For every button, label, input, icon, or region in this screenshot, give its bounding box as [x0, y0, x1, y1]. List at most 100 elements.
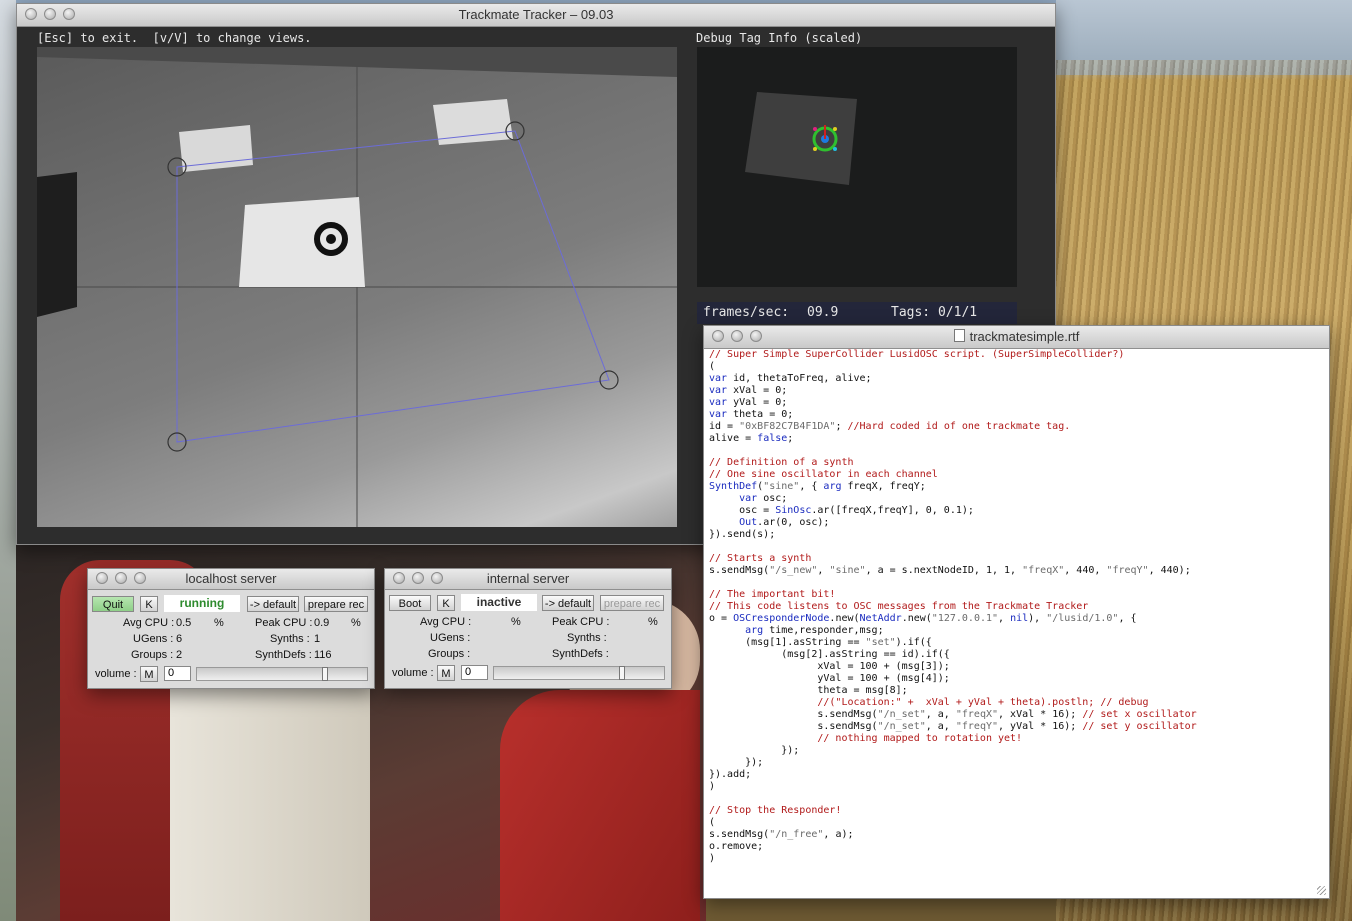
prepare-rec-button[interactable]: prepare rec	[304, 596, 368, 612]
debug-overlay	[745, 92, 857, 185]
code-line[interactable]: // The important bit!	[709, 589, 1321, 601]
quit-button[interactable]: Quit	[92, 596, 134, 612]
code-token: //Hard coded id of one trackmate tag.	[847, 421, 1071, 432]
code-line[interactable]: });	[709, 757, 1321, 769]
volume-number[interactable]: 0	[164, 666, 191, 681]
localhost-titlebar[interactable]: localhost server	[88, 569, 374, 590]
prepare-rec-button[interactable]: prepare rec	[600, 595, 664, 611]
code-line[interactable]: SynthDef("sine", { arg freqX, freqY;	[709, 481, 1321, 493]
mute-button[interactable]: M	[140, 666, 158, 682]
code-token: yVal = 100 + (msg[4]);	[709, 673, 950, 684]
code-line[interactable]: o.remove;	[709, 841, 1321, 853]
code-line[interactable]: s.sendMsg("/n_set", a, "freqX", xVal * 1…	[709, 709, 1321, 721]
close-button[interactable]	[712, 330, 724, 342]
code-line[interactable]: arg time,responder,msg;	[709, 625, 1321, 637]
editor-titlebar[interactable]: trackmatesimple.rtf	[704, 326, 1329, 349]
code-line[interactable]: o = OSCresponderNode.new(NetAddr.new("12…	[709, 613, 1321, 625]
code-line[interactable]: theta = msg[8];	[709, 685, 1321, 697]
code-line[interactable]	[709, 541, 1321, 553]
zoom-button[interactable]	[63, 8, 75, 20]
volume-number[interactable]: 0	[461, 665, 488, 680]
zoom-button[interactable]	[431, 572, 443, 584]
code-line[interactable]: (msg[1].asString == "set").if({	[709, 637, 1321, 649]
code-line[interactable]: // Super Simple SuperCollider LusidOSC s…	[709, 349, 1321, 361]
code-line[interactable]: // Stop the Responder!	[709, 805, 1321, 817]
mute-button[interactable]: M	[437, 665, 455, 681]
code-token: var	[709, 409, 728, 420]
code-line[interactable]: var osc;	[709, 493, 1321, 505]
code-text-area[interactable]: // Super Simple SuperCollider LusidOSC s…	[709, 349, 1321, 889]
code-line[interactable]: //("Location:" + xVal + yVal + theta).po…	[709, 697, 1321, 709]
internal-titlebar[interactable]: internal server	[385, 569, 671, 590]
camera-view[interactable]	[37, 47, 677, 527]
code-token: }).add;	[709, 769, 752, 780]
synths-label: Synths :	[567, 632, 607, 644]
code-line[interactable]	[709, 445, 1321, 457]
boot-button[interactable]: Boot	[389, 595, 431, 611]
code-line[interactable]: // One sine oscillator in each channel	[709, 469, 1321, 481]
code-token: // nothing mapped to rotation yet!	[817, 733, 1023, 744]
fps-label: frames/sec:	[703, 305, 790, 320]
code-token: )	[709, 781, 716, 792]
avg-cpu-percent: %	[511, 616, 521, 628]
code-line[interactable]: Out.ar(0, osc);	[709, 517, 1321, 529]
close-button[interactable]	[25, 8, 37, 20]
code-line[interactable]: xVal = 100 + (msg[3]);	[709, 661, 1321, 673]
code-token: });	[709, 745, 800, 756]
tracker-titlebar[interactable]: Trackmate Tracker – 09.03	[17, 4, 1055, 27]
volume-slider-thumb[interactable]	[321, 667, 328, 681]
code-line[interactable]	[709, 793, 1321, 805]
minimize-button[interactable]	[44, 8, 56, 20]
code-line[interactable]: alive = false;	[709, 433, 1321, 445]
code-line[interactable]: (	[709, 817, 1321, 829]
kill-button[interactable]: K	[437, 595, 455, 611]
code-line[interactable]: (	[709, 361, 1321, 373]
close-button[interactable]	[393, 572, 405, 584]
code-line[interactable]: var id, thetaToFreq, alive;	[709, 373, 1321, 385]
code-line[interactable]: }).send(s);	[709, 529, 1321, 541]
code-token: ,	[998, 613, 1011, 624]
code-line[interactable]: // Starts a synth	[709, 553, 1321, 565]
kill-button[interactable]: K	[140, 596, 158, 612]
close-button[interactable]	[96, 572, 108, 584]
code-line[interactable]: });	[709, 745, 1321, 757]
synths-value: 1	[314, 633, 321, 645]
code-line[interactable]: var xVal = 0;	[709, 385, 1321, 397]
code-line[interactable]: }).add;	[709, 769, 1321, 781]
zoom-button[interactable]	[750, 330, 762, 342]
volume-slider[interactable]	[493, 666, 665, 680]
code-line[interactable]: (msg[2].asString == id).if({	[709, 649, 1321, 661]
code-token: ,	[817, 565, 830, 576]
zoom-button[interactable]	[134, 572, 146, 584]
code-line[interactable]: var theta = 0;	[709, 409, 1321, 421]
code-line[interactable]: // Definition of a synth	[709, 457, 1321, 469]
default-button[interactable]: -> default	[247, 596, 299, 612]
code-line[interactable]: id = "0xBF82C7B4F1DA"; //Hard coded id o…	[709, 421, 1321, 433]
volume-slider-thumb[interactable]	[618, 666, 625, 680]
code-line[interactable]: var yVal = 0;	[709, 397, 1321, 409]
code-token: xVal = 0;	[727, 385, 788, 396]
volume-label: volume :	[392, 667, 434, 679]
code-line[interactable]: s.sendMsg("/n_free", a);	[709, 829, 1321, 841]
code-line[interactable]: )	[709, 853, 1321, 865]
minimize-button[interactable]	[731, 330, 743, 342]
internal-title: internal server	[486, 571, 570, 586]
camera-overlay	[37, 47, 677, 527]
code-token: // Starts a synth	[709, 553, 812, 564]
code-token: , a);	[823, 829, 854, 840]
code-line[interactable]: )	[709, 781, 1321, 793]
minimize-button[interactable]	[412, 572, 424, 584]
code-line[interactable]	[709, 577, 1321, 589]
code-token: // Definition of a synth	[709, 457, 854, 468]
code-line[interactable]: // nothing mapped to rotation yet!	[709, 733, 1321, 745]
resize-grip-icon[interactable]	[1317, 886, 1326, 895]
code-line[interactable]: s.sendMsg("/s_new", "sine", a = s.nextNo…	[709, 565, 1321, 577]
code-token: // Super Simple SuperCollider LusidOSC s…	[709, 349, 1125, 360]
code-line[interactable]: s.sendMsg("/n_set", a, "freqY", yVal * 1…	[709, 721, 1321, 733]
code-line[interactable]: yVal = 100 + (msg[4]);	[709, 673, 1321, 685]
default-button[interactable]: -> default	[542, 595, 594, 611]
code-line[interactable]: // This code listens to OSC messages fro…	[709, 601, 1321, 613]
minimize-button[interactable]	[115, 572, 127, 584]
volume-slider[interactable]	[196, 667, 368, 681]
code-line[interactable]: osc = SinOsc.ar([freqX,freqY], 0, 0.1);	[709, 505, 1321, 517]
